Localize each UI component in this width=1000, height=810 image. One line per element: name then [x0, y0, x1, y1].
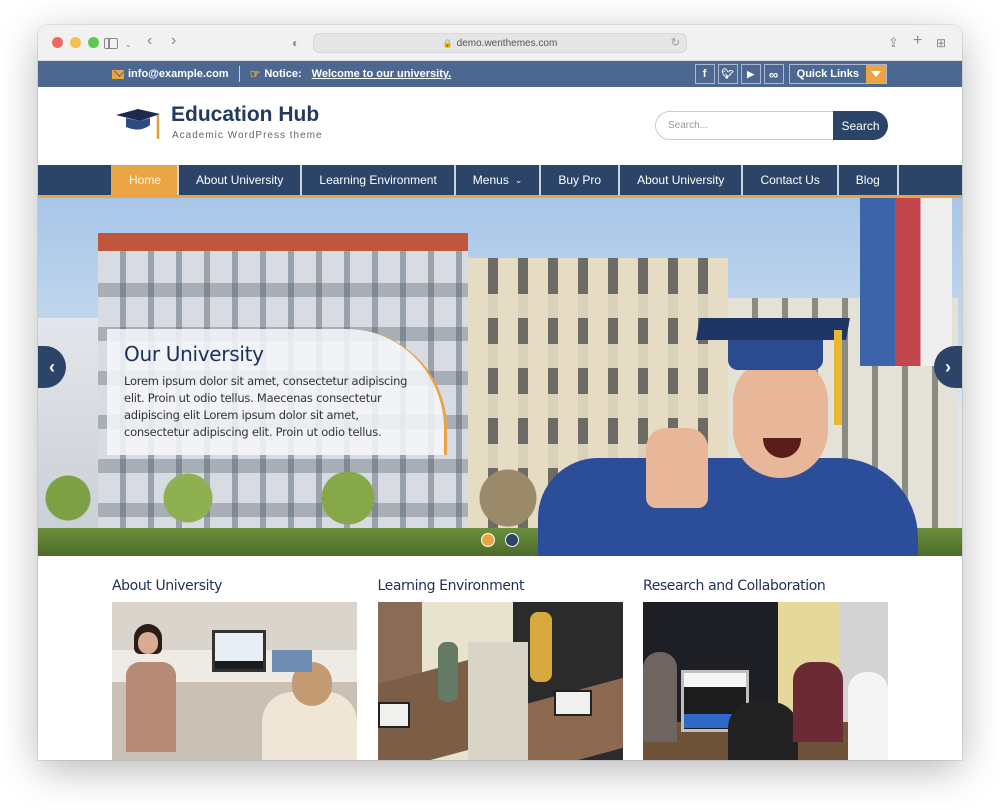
nav-label: About University [196, 173, 284, 187]
nav-label: Blog [855, 173, 880, 187]
feature-image-meeting[interactable] [643, 602, 888, 760]
feature-title[interactable]: Learning Environment [378, 574, 623, 602]
share-icon[interactable]: ⇪ [888, 34, 899, 52]
features-section: About University Learning Environment Re… [112, 574, 888, 760]
chevron-down-icon[interactable]: ⌄ [125, 36, 132, 54]
graduation-cap-logo-icon[interactable] [114, 105, 164, 145]
forward-icon[interactable]: › [171, 32, 176, 50]
pointing-hand-icon: ☞ [249, 67, 261, 81]
nav-item-home[interactable]: Home [111, 165, 178, 195]
address-bar[interactable]: 🔒 demo.wenthemes.com ↻ [313, 33, 687, 53]
top-bar: info@example.com ☞ Notice: Welcome to ou… [38, 61, 962, 87]
notice-label: Notice: [264, 68, 302, 80]
browser-window: ⌄ ‹ › ◐ 🔒 demo.wenthemes.com ↻ ⇪ + ⊞ inf… [38, 25, 962, 760]
slide-caption: Our University Lorem ipsum dolor sit ame… [107, 329, 447, 455]
feature-card: Learning Environment [377, 574, 623, 760]
nav-label: About University [637, 173, 725, 187]
link-icon[interactable]: ∞ [763, 64, 784, 84]
hero-slider: Our University Lorem ipsum dolor sit ame… [38, 198, 962, 556]
new-tab-icon[interactable]: + [913, 32, 922, 50]
url-text: demo.wenthemes.com [456, 37, 558, 49]
sidebar-toggle-icon[interactable] [104, 38, 118, 49]
minimize-window-button[interactable] [70, 37, 81, 48]
envelope-icon [112, 69, 124, 79]
slide-image-graduate [538, 318, 918, 556]
feature-image-office[interactable] [112, 602, 357, 760]
feature-title[interactable]: About University [112, 574, 357, 602]
maximize-window-button[interactable] [88, 37, 99, 48]
window-controls [52, 37, 99, 48]
divider [238, 66, 240, 82]
facebook-icon[interactable]: f [694, 64, 715, 84]
reload-icon[interactable]: ↻ [671, 36, 680, 49]
nav-label: Menus [472, 173, 509, 187]
twitter-icon[interactable]: 🐦︎ [717, 64, 738, 84]
feature-card: About University [112, 574, 357, 760]
nav-label: Contact Us [760, 173, 820, 187]
feature-card: Research and Collaboration [643, 574, 888, 760]
feature-title[interactable]: Research and Collaboration [643, 574, 888, 602]
youtube-icon[interactable]: ▶ [740, 64, 761, 84]
quick-links-label: Quick Links [796, 68, 859, 80]
chevron-left-icon: ‹ [49, 356, 55, 377]
nav-item-blog[interactable]: Blog [836, 165, 899, 195]
back-icon[interactable]: ‹ [147, 32, 152, 50]
nav-item-buy-pro[interactable]: Buy Pro [539, 165, 618, 195]
slider-pagination [481, 533, 519, 547]
slider-dot[interactable] [505, 533, 519, 547]
close-window-button[interactable] [52, 37, 63, 48]
nav-item-contact-us[interactable]: Contact Us [741, 165, 836, 195]
lock-icon: 🔒 [442, 38, 453, 48]
privacy-shield-icon[interactable]: ◐ [292, 34, 299, 52]
feature-image-classroom[interactable] [377, 602, 623, 760]
slide-text: Lorem ipsum dolor sit amet, consectetur … [124, 374, 408, 439]
nav-label: Buy Pro [558, 173, 602, 187]
chevron-down-icon: ⌄ [514, 174, 523, 185]
browser-toolbar: ⌄ ‹ › ◐ 🔒 demo.wenthemes.com ↻ ⇪ + ⊞ [38, 25, 962, 61]
contact-email[interactable]: info@example.com [128, 68, 229, 80]
nav-item-menus[interactable]: Menus ⌄ [453, 165, 540, 195]
main-navigation: Home About University Learning Environme… [38, 165, 962, 198]
quick-links-button[interactable]: Quick Links [788, 64, 887, 84]
caret-down-icon[interactable] [866, 65, 886, 83]
nav-label: Home [129, 173, 162, 187]
notice-link[interactable]: Welcome to our university. [312, 68, 452, 80]
chevron-right-icon: › [945, 356, 951, 377]
nav-item-about-university[interactable]: About University [177, 165, 300, 195]
nav-label: Learning Environment [319, 173, 437, 187]
slider-dot[interactable] [481, 533, 495, 547]
search-button[interactable]: Search [833, 111, 888, 140]
site-header: Education Hub Academic WordPress theme S… [38, 87, 962, 165]
nav-item-about-university-2[interactable]: About University [618, 165, 741, 195]
search-form: Search [655, 111, 888, 140]
nav-item-learning-environment[interactable]: Learning Environment [300, 165, 453, 195]
site-tagline: Academic WordPress theme [172, 130, 323, 141]
tab-overview-icon[interactable]: ⊞ [936, 34, 946, 52]
slide-title: Our University [124, 342, 264, 366]
search-input[interactable] [655, 111, 833, 140]
site-title[interactable]: Education Hub [171, 103, 319, 127]
